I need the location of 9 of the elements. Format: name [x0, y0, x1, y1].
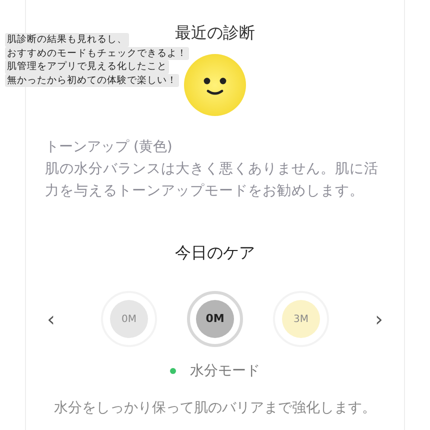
next-button[interactable]: › [371, 309, 387, 329]
smiley-icon [184, 54, 246, 116]
result-text: 肌の水分バランスは大きく悪くありません。肌に活力を与えるトーンアップモードをお勧めします。 [45, 160, 380, 201]
previous-button[interactable]: ‹ [43, 309, 59, 329]
result-title: トーンアップ (黄色) [45, 138, 174, 157]
mode-description: 水分をしっかり保って肌のバリアまで強化します。 [54, 399, 376, 418]
section-title: 今日のケア [175, 242, 255, 264]
mode-name: 水分モード [190, 362, 260, 381]
section-title: 最近の診断 [175, 22, 255, 44]
